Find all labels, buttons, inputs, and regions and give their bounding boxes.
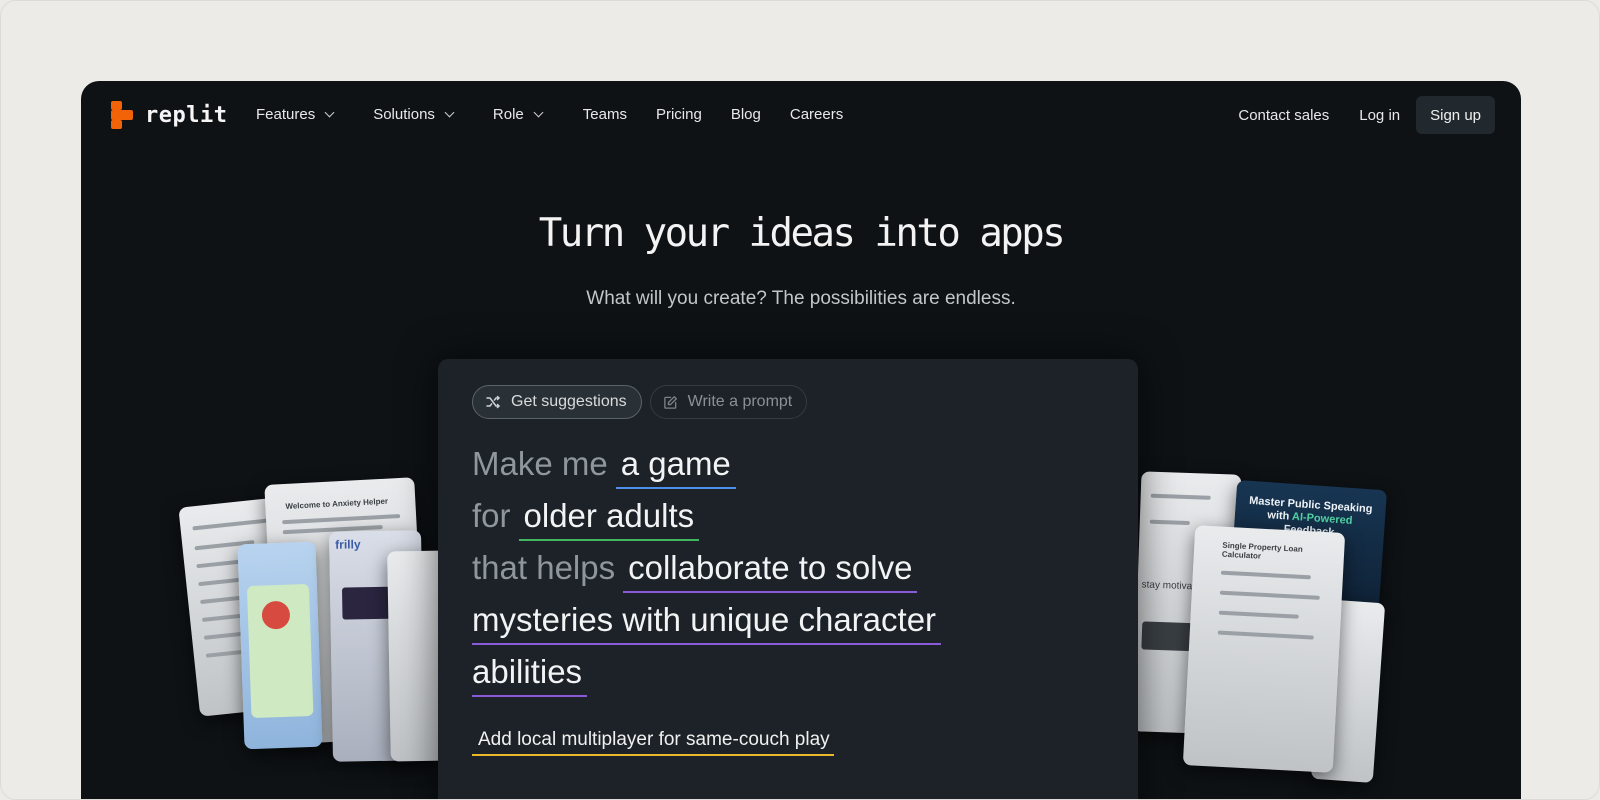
prompt-text: Make me a game for older adults that hel… xyxy=(472,445,1112,705)
nav-careers-label: Careers xyxy=(789,105,844,123)
bg-card-app-name: frilly xyxy=(335,537,361,552)
nav-teams-label: Teams xyxy=(582,105,627,123)
login-link[interactable]: Log in xyxy=(1359,107,1400,124)
nav-links: Features Solutions Role Teams Pricing Bl… xyxy=(256,81,843,147)
prompt-chip-audience[interactable]: older adults xyxy=(518,497,700,541)
chevron-down-icon xyxy=(444,107,455,117)
prompt-chip-purpose[interactable]: mysteries with unique character xyxy=(472,601,942,645)
prompt-mode-tabs: Get suggestions Write a prompt xyxy=(472,385,808,419)
prompt-line: abilities xyxy=(472,653,1112,705)
nav-blog-label: Blog xyxy=(730,105,761,123)
tab-write-prompt[interactable]: Write a prompt xyxy=(649,385,808,419)
page-frame: replit Features Solutions Role Teams Pri… xyxy=(0,0,1600,800)
prompt-prefix: that helps xyxy=(472,549,616,586)
bg-app-card xyxy=(237,541,323,750)
tab-get-suggestions-label: Get suggestions xyxy=(511,393,627,410)
signup-button[interactable]: Sign up xyxy=(1416,96,1495,134)
prompt-panel: Get suggestions Write a prompt Make me a… xyxy=(438,359,1138,799)
bg-app-card: Single Property Loan Calculator xyxy=(1182,525,1346,773)
prompt-chip-app-type[interactable]: a game xyxy=(615,445,736,489)
tab-get-suggestions[interactable]: Get suggestions xyxy=(472,385,642,419)
nav-actions: Contact sales Log in Sign up xyxy=(1208,96,1495,134)
top-nav: replit Features Solutions Role Teams Pri… xyxy=(81,81,1521,147)
logo-text: replit xyxy=(145,102,228,128)
nav-careers[interactable]: Careers xyxy=(790,106,843,123)
nav-teams[interactable]: Teams xyxy=(583,106,627,123)
replit-logo-icon xyxy=(111,101,135,129)
nav-features-label: Features xyxy=(256,105,316,123)
contact-sales-link[interactable]: Contact sales xyxy=(1238,107,1329,124)
hero-subtitle: What will you create? The possibilities … xyxy=(586,288,1016,309)
nav-pricing-label: Pricing xyxy=(655,105,702,123)
prompt-line: that helps collaborate to solve xyxy=(472,549,1112,601)
nav-blog[interactable]: Blog xyxy=(731,106,761,123)
bg-card-title: Single Property Loan Calculator xyxy=(1221,540,1303,561)
nav-solutions[interactable]: Solutions xyxy=(373,105,455,123)
chevron-down-icon xyxy=(533,107,544,117)
shuffle-icon xyxy=(486,395,500,409)
prompt-prefix: Make me xyxy=(472,445,608,482)
nav-role[interactable]: Role xyxy=(492,105,544,123)
nav-features[interactable]: Features xyxy=(256,105,335,123)
browser-window: replit Features Solutions Role Teams Pri… xyxy=(81,81,1521,799)
tab-write-prompt-label: Write a prompt xyxy=(687,393,793,410)
chevron-down-icon xyxy=(324,107,335,117)
prompt-line: mysteries with unique character xyxy=(472,601,1112,653)
prompt-line: for older adults xyxy=(472,497,1112,549)
prompt-line: Make me a game xyxy=(472,445,1112,497)
nav-solutions-label: Solutions xyxy=(373,105,435,123)
nav-pricing[interactable]: Pricing xyxy=(656,106,702,123)
nav-role-label: Role xyxy=(492,105,524,123)
suggestion-chip[interactable]: Add local multiplayer for same-couch pla… xyxy=(472,729,834,756)
hero-title: Turn your ideas into apps xyxy=(538,211,1066,256)
bg-card-title: Welcome to Anxiety Helper xyxy=(285,496,389,512)
prompt-prefix: for xyxy=(472,497,511,534)
prompt-chip-purpose[interactable]: abilities xyxy=(472,653,588,697)
prompt-chip-purpose[interactable]: collaborate to solve xyxy=(623,549,918,593)
edit-icon xyxy=(663,395,677,409)
replit-logo[interactable]: replit xyxy=(111,101,227,129)
